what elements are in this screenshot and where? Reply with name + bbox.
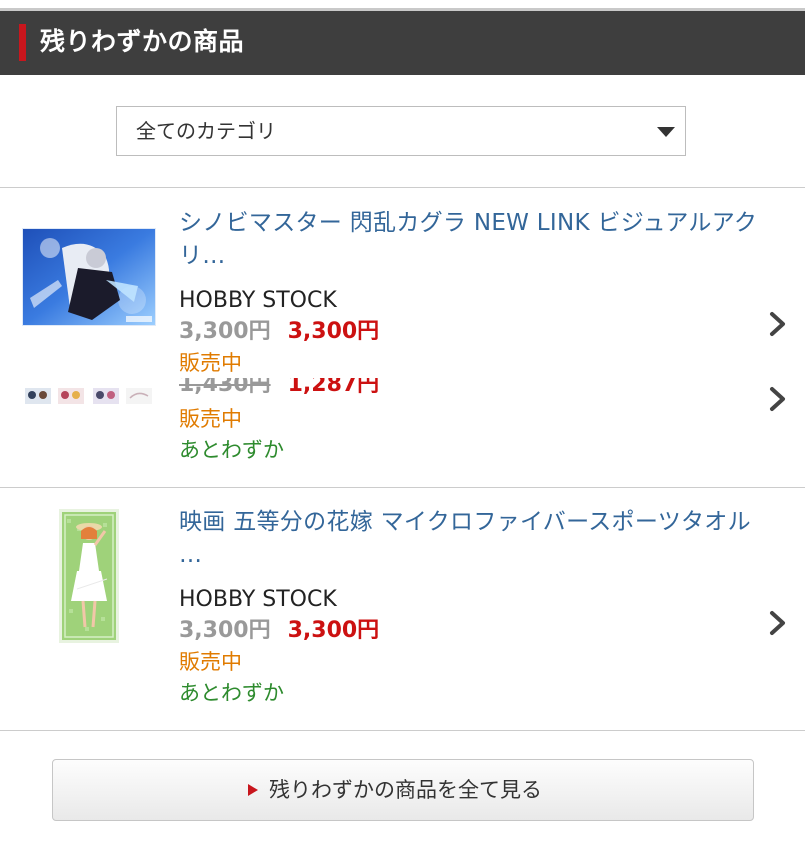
chevron-right-icon[interactable] <box>766 608 790 638</box>
list-price: 3,300円 <box>179 319 271 344</box>
chevron-right-icon[interactable] <box>766 384 790 414</box>
section-title: 残りわずかの商品 <box>40 27 245 56</box>
sale-price: 1,287円 <box>287 378 380 397</box>
product-thumbnail[interactable] <box>22 228 156 326</box>
product-thumbnail[interactable] <box>59 509 119 643</box>
divider <box>0 730 805 731</box>
sale-price: 3,300円 <box>287 618 380 643</box>
sales-status: 販売中 <box>179 407 242 431</box>
product-thumbnail[interactable] <box>22 386 156 406</box>
character-strip-image <box>22 386 156 406</box>
divider <box>0 487 805 488</box>
play-arrow-icon <box>248 784 258 796</box>
list-price: 1,430円 <box>179 378 271 397</box>
stock-status: あとわずか <box>179 438 284 462</box>
category-select[interactable]: 全てのカテゴリ <box>116 106 686 156</box>
caret-down-icon <box>657 127 675 137</box>
list-price: 3,300円 <box>179 618 271 643</box>
shop-name: HOBBY STOCK <box>179 288 337 313</box>
category-select-value: 全てのカテゴリ <box>136 119 276 143</box>
price-row: 1,430円 1,287円 <box>179 378 379 400</box>
price-row: 3,300円 3,300円 <box>179 317 379 347</box>
stock-status: あとわずか <box>179 681 284 705</box>
divider <box>0 187 805 188</box>
sales-status: 販売中 <box>179 351 242 375</box>
product-title-link[interactable]: 映画 五等分の花嫁 マイクロファイバースポーツタオル … <box>179 506 759 572</box>
towel-image <box>59 509 119 643</box>
acrylic-art-image <box>22 228 156 326</box>
see-all-label: 残りわずかの商品を全て見る <box>269 778 542 802</box>
price-row: 3,300円 3,300円 <box>179 616 379 646</box>
sale-price: 3,300円 <box>287 319 380 344</box>
see-all-button[interactable]: 残りわずかの商品を全て見る <box>52 759 754 821</box>
product-title-link[interactable]: シノビマスター 閃乱カグラ NEW LINK ビジュアルアクリ… <box>179 207 759 273</box>
section-header: 残りわずかの商品 <box>0 11 805 75</box>
header-accent-bar <box>19 24 26 61</box>
remaining-stock-widget: 残りわずかの商品 全てのカテゴリ シノビマスター 閃乱カグラ NEW LINK … <box>0 0 805 855</box>
chevron-right-icon[interactable] <box>766 309 790 339</box>
sales-status: 販売中 <box>179 650 242 674</box>
shop-name: HOBBY STOCK <box>179 587 337 612</box>
